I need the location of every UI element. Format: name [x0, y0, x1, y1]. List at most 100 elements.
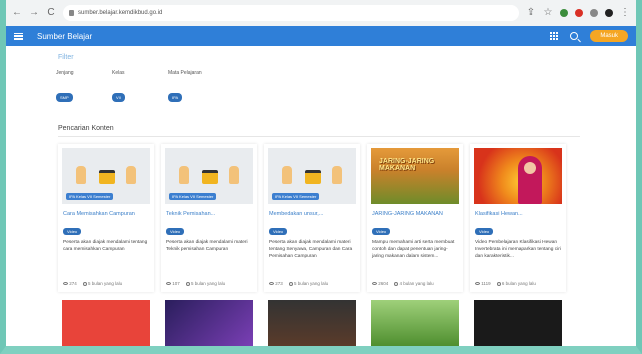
- figure: [229, 166, 239, 184]
- card-thumbnail[interactable]: [474, 148, 562, 204]
- content-card[interactable]: JARING-JARING MAKANAN JARING-JARING MAKA…: [367, 144, 463, 292]
- card-thumbnail[interactable]: IPA Kelas VII Semester: [165, 148, 253, 204]
- filter-jenjang: Jenjang SMP: [56, 70, 74, 104]
- card-thumbnail[interactable]: [371, 300, 459, 346]
- card-thumbnail[interactable]: [268, 300, 356, 346]
- figure: [282, 166, 292, 184]
- card-thumbnail[interactable]: IPA Kelas VII Semester: [268, 148, 356, 204]
- search-icon[interactable]: [570, 32, 579, 40]
- figure: [179, 166, 189, 184]
- filter-chip[interactable]: VII: [112, 93, 125, 102]
- eye-icon: [372, 282, 377, 286]
- view-count: 274: [69, 281, 77, 286]
- clock-icon: [82, 281, 87, 286]
- forward-icon[interactable]: →: [29, 8, 39, 18]
- app-header: Sumber Belajar Masuk: [6, 26, 636, 46]
- clock-icon: [185, 281, 190, 286]
- app-title: Sumber Belajar: [37, 31, 93, 41]
- card-title[interactable]: JARING-JARING MAKANAN: [367, 208, 463, 220]
- card-description: Mampu memahami arti serta membuat contoh…: [372, 240, 455, 259]
- figure: [126, 166, 136, 184]
- star-icon[interactable]: ☆: [543, 8, 553, 18]
- apps-grid-icon[interactable]: [550, 32, 559, 40]
- share-icon[interactable]: ⇪: [526, 8, 536, 18]
- card-description: Video Pembelajaran Klasifikasi Hewan Inv…: [475, 240, 561, 259]
- more-icon[interactable]: ⋮: [620, 8, 630, 18]
- card-title[interactable]: Membedakan unsur,...: [264, 208, 360, 220]
- card-meta: 2604 4 bulan yang lalu: [372, 281, 434, 286]
- eye-icon: [475, 282, 480, 286]
- back-icon[interactable]: ←: [12, 8, 22, 18]
- content-card[interactable]: IPA Kelas VII Semester Membedakan unsur,…: [264, 144, 360, 292]
- view-count: 2604: [378, 281, 389, 286]
- eye-icon: [269, 282, 274, 286]
- view-count: 273: [275, 281, 283, 286]
- eye-icon: [63, 282, 68, 286]
- card-title[interactable]: Klasifikasi Hewan...: [470, 208, 566, 220]
- post-time: 5 bulan yang lalu: [88, 281, 123, 286]
- login-button[interactable]: Masuk: [590, 30, 628, 42]
- clock-icon: [288, 281, 293, 286]
- card-thumbnail[interactable]: [62, 300, 150, 346]
- filter-label: Kelas: [112, 70, 125, 76]
- card-title[interactable]: Cara Memisahkan Campuran: [58, 208, 154, 220]
- filter-title: Filter: [58, 54, 74, 61]
- card-description: Peserta akan diajak mendalami tentang ca…: [63, 240, 148, 252]
- content-card[interactable]: IPA Kelas VII Semester Teknik Pemisahan.…: [161, 144, 257, 292]
- card-description: Peserta akan diajak mendalami materi Tek…: [166, 240, 248, 252]
- lock-icon: [69, 10, 74, 16]
- filter-chip[interactable]: SMP: [56, 93, 73, 102]
- filter-mata-pelajaran: Mata Pelajaran IPA: [168, 70, 202, 104]
- card-meta: 107 5 bulan yang lalu: [166, 281, 225, 286]
- thumbnail-tag: IPA Kelas VII Semester: [169, 193, 217, 200]
- divider: [58, 136, 580, 137]
- post-time: 5 bulan yang lalu: [191, 281, 226, 286]
- post-time: 4 bulan yang lalu: [399, 281, 434, 286]
- card-title[interactable]: Teknik Pemisahan...: [161, 208, 257, 220]
- extension-icon[interactable]: [590, 9, 598, 17]
- card-meta: 274 5 bulan yang lalu: [63, 281, 122, 286]
- post-time: 6 bulan yang lalu: [501, 281, 536, 286]
- section-title: Pencarian Konten: [58, 125, 114, 132]
- content-card[interactable]: Klasifikasi Hewan... Video Video Pembela…: [470, 144, 566, 292]
- extension-icon[interactable]: [575, 9, 583, 17]
- extension-icon[interactable]: [560, 9, 568, 17]
- menu-icon[interactable]: [14, 32, 23, 40]
- content-card[interactable]: IPA Kelas VII Semester Cara Memisahkan C…: [58, 144, 154, 292]
- filter-kelas: Kelas VII: [112, 70, 125, 104]
- thumbnail-tag: IPA Kelas VII Semester: [66, 193, 114, 200]
- clock-icon: [394, 281, 399, 286]
- filter-label: Jenjang: [56, 70, 74, 76]
- url-text: sumber.belajar.kemdikbud.go.id: [78, 10, 163, 16]
- video-badge: Video: [63, 228, 82, 235]
- card-thumbnail[interactable]: [474, 300, 562, 346]
- view-count: 107: [172, 281, 180, 286]
- pot: [99, 170, 115, 184]
- pot: [305, 170, 321, 184]
- profile-avatar[interactable]: [605, 9, 613, 17]
- video-badge: Video: [166, 228, 185, 235]
- thumbnail-tag: IPA Kelas VII Semester: [272, 193, 320, 200]
- card-meta: 1119 6 bulan yang lalu: [475, 281, 536, 286]
- clock-icon: [496, 281, 501, 286]
- card-thumbnail[interactable]: IPA Kelas VII Semester: [62, 148, 150, 204]
- figure: [76, 166, 86, 184]
- video-badge: Video: [475, 228, 494, 235]
- thumbnail-title: JARING-JARING MAKANAN: [379, 158, 435, 172]
- filter-chip[interactable]: IPA: [168, 93, 183, 102]
- address-bar[interactable]: sumber.belajar.kemdikbud.go.id: [63, 5, 519, 21]
- view-count: 1119: [481, 281, 491, 286]
- eye-icon: [166, 282, 171, 286]
- card-meta: 273 5 bulan yang lalu: [269, 281, 328, 286]
- reload-icon[interactable]: C: [46, 8, 56, 18]
- card-description: Peserta akan diajak mendalami materi ten…: [269, 240, 353, 259]
- figure: [332, 166, 342, 184]
- post-time: 5 bulan yang lalu: [294, 281, 329, 286]
- card-thumbnail[interactable]: [165, 300, 253, 346]
- card-thumbnail[interactable]: JARING-JARING MAKANAN: [371, 148, 459, 204]
- browser-bar: ← → C sumber.belajar.kemdikbud.go.id ⇪ ☆…: [6, 0, 636, 26]
- video-badge: Video: [269, 228, 288, 235]
- pot: [202, 170, 218, 184]
- presenter-face: [524, 162, 536, 174]
- filter-label: Mata Pelajaran: [168, 70, 202, 76]
